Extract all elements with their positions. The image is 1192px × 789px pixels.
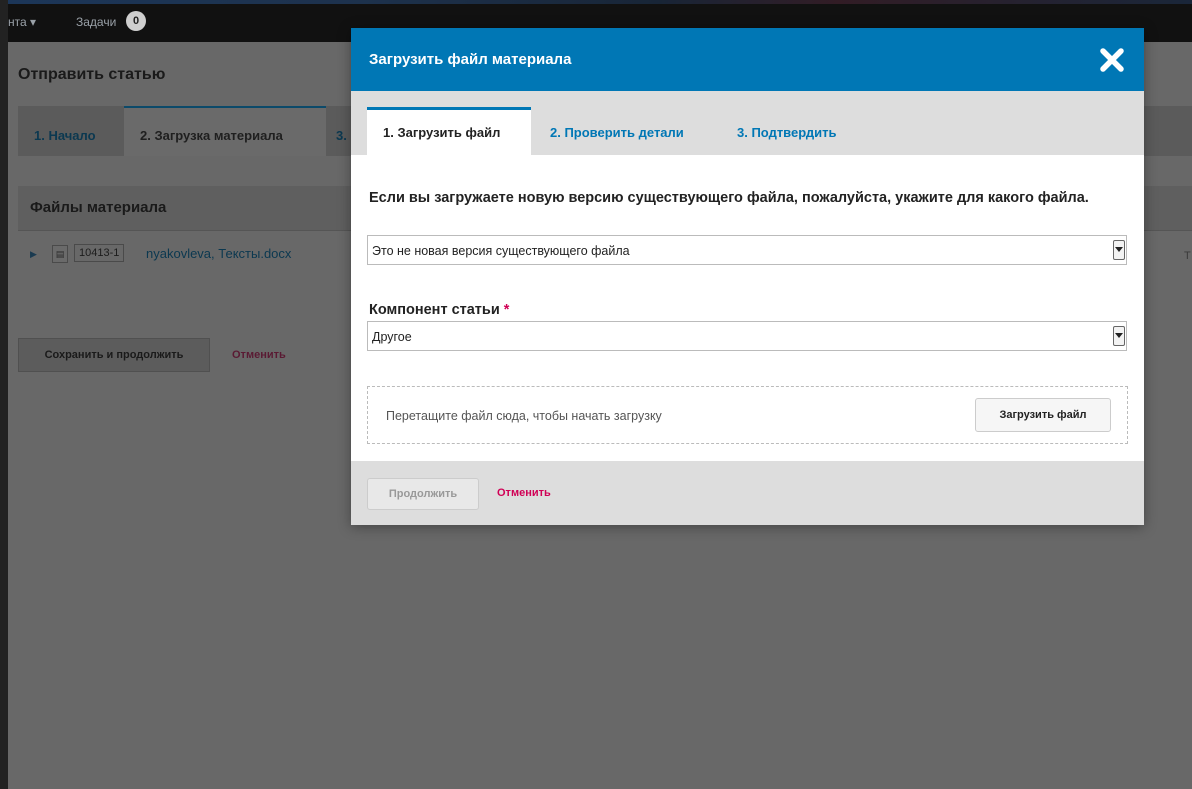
navbar-menu-item[interactable]: нта ▾ xyxy=(8,15,36,29)
required-marker: * xyxy=(503,302,510,318)
document-icon: ▤ xyxy=(52,245,68,263)
expand-triangle-icon[interactable]: ▶ xyxy=(30,249,37,260)
continue-button[interactable]: Продолжить xyxy=(367,478,479,510)
component-select-value: Другое xyxy=(372,330,412,344)
files-panel-title: Файлы материала xyxy=(30,199,167,216)
tab-review-details[interactable]: 2. Проверить детали xyxy=(550,107,684,155)
tab-start[interactable]: 1. Начало xyxy=(34,128,96,143)
upload-file-modal: Загрузить файл материала 1. Загрузить фа… xyxy=(351,28,1144,525)
close-icon[interactable] xyxy=(1094,42,1130,78)
tab-upload-file[interactable]: 1. Загрузить файл xyxy=(367,107,531,155)
truncated-text: T xyxy=(1184,250,1191,262)
save-continue-button[interactable]: Сохранить и продолжить xyxy=(18,338,210,372)
modal-tabs: 1. Загрузить файл 2. Проверить детали 3.… xyxy=(351,91,1144,155)
file-name-link[interactable]: nyakovleva, Тексты.docx xyxy=(146,246,291,261)
modal-cancel-link[interactable]: Отменить xyxy=(497,487,551,499)
file-id-badge: 10413-1 xyxy=(74,244,125,262)
cancel-link[interactable]: Отменить xyxy=(232,349,286,361)
component-label-text: Компонент статьи xyxy=(369,302,500,318)
revision-select[interactable]: Это не новая версия существующего файла xyxy=(367,235,1127,265)
chevron-down-icon[interactable] xyxy=(1113,326,1125,346)
revision-select-value: Это не новая версия существующего файла xyxy=(372,244,630,258)
modal-footer: Продолжить Отменить xyxy=(351,461,1144,525)
window-edge xyxy=(0,0,8,789)
close-x-icon[interactable] xyxy=(1099,47,1125,73)
tab-confirm[interactable]: 3. Подтвердить xyxy=(737,107,836,155)
component-select[interactable]: Другое xyxy=(367,321,1127,351)
revision-question-label: Если вы загружаете новую версию существу… xyxy=(369,190,1089,206)
modal-body: Если вы загружаете новую версию существу… xyxy=(351,155,1144,461)
tab-third[interactable]: 3. xyxy=(336,128,347,143)
modal-title: Загрузить файл материала xyxy=(369,51,572,68)
upload-file-button[interactable]: Загрузить файл xyxy=(975,398,1111,432)
dropzone-text: Перетащите файл сюда, чтобы начать загру… xyxy=(386,409,662,423)
tab-upload[interactable]: 2. Загрузка материала xyxy=(140,128,283,143)
tasks-count-badge: 0 xyxy=(126,11,146,31)
file-dropzone[interactable]: Перетащите файл сюда, чтобы начать загру… xyxy=(367,386,1128,444)
component-label: Компонент статьи * xyxy=(369,302,509,318)
chevron-down-icon[interactable] xyxy=(1113,240,1125,260)
navbar-tasks-link[interactable]: Задачи xyxy=(76,15,116,29)
modal-header: Загрузить файл материала xyxy=(351,28,1144,91)
page-title: Отправить статью xyxy=(18,66,166,83)
top-strip xyxy=(8,0,1192,4)
